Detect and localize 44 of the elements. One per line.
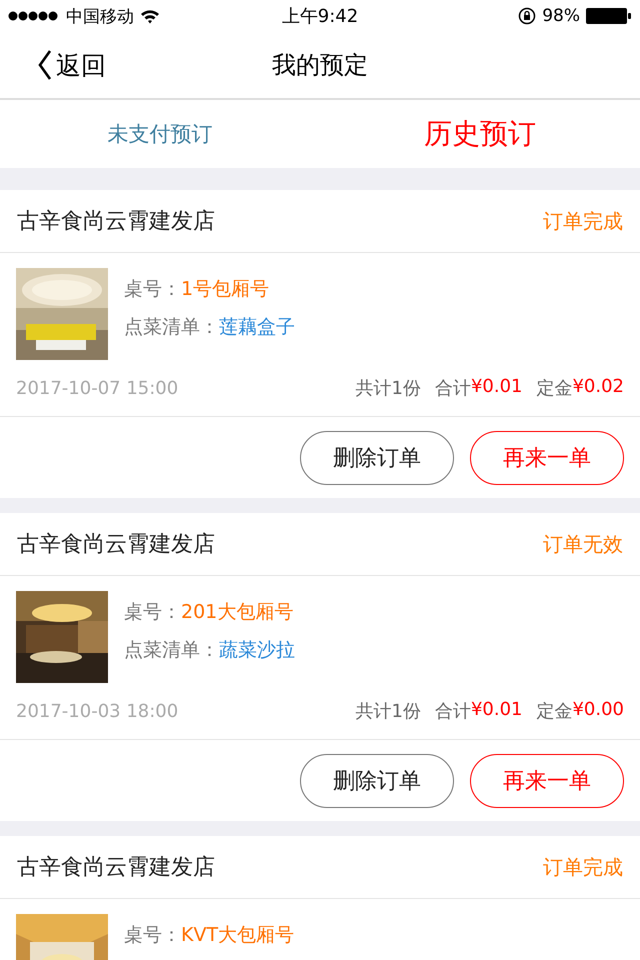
total-label: 合计 <box>434 700 471 723</box>
tab[interactable]: 未支付预订 <box>0 100 320 168</box>
deposit-amount: ¥0.02 <box>572 376 624 399</box>
back-button[interactable]: 返回 <box>38 48 106 82</box>
field-label: 桌号： <box>124 923 181 948</box>
dish-list[interactable]: 莲藕盒子 <box>219 314 295 340</box>
chevron-left-icon <box>38 50 52 80</box>
store-name: 古辛食尚云霄建发店 <box>17 208 215 236</box>
total-amount: ¥0.01 <box>470 699 522 722</box>
deposit-label: 定金 <box>536 700 572 723</box>
item-count: 共计1份 <box>355 377 421 400</box>
tab[interactable]: 历史预订 <box>320 100 640 168</box>
order-status: 订单完成 <box>543 854 623 880</box>
signal-icon <box>8 11 60 21</box>
reorder-button[interactable]: 再来一单 <box>470 430 624 484</box>
deposit-amount: ¥0.00 <box>572 699 624 722</box>
total-amount: ¥0.01 <box>470 376 522 399</box>
delete-button[interactable]: 删除订单 <box>300 430 454 484</box>
delete-button[interactable]: 删除订单 <box>300 754 454 808</box>
item-count: 共计1份 <box>355 700 421 723</box>
field-label: 点菜清单： <box>124 638 219 663</box>
deposit-label: 定金 <box>536 377 572 400</box>
table-name: 201大包厢号 <box>181 600 294 625</box>
field-label: 桌号： <box>124 277 181 302</box>
store-name: 古辛食尚云霄建发店 <box>17 854 215 882</box>
table-name: 1号包厢号 <box>181 277 270 302</box>
page-title: 我的预定 <box>271 50 369 81</box>
order-date: 2017-10-03 18:00 <box>16 700 178 722</box>
battery-icon <box>586 7 632 25</box>
total-label: 合计 <box>434 377 471 400</box>
rotation-lock-icon <box>518 7 536 25</box>
clock-time: 上午9:42 <box>282 5 358 28</box>
wifi-icon <box>140 8 160 24</box>
order-date: 2017-10-07 15:00 <box>16 378 178 398</box>
field-label: 点菜清单： <box>124 315 219 340</box>
dish-list[interactable]: 蔬菜沙拉 <box>219 637 295 663</box>
field-label: 桌号： <box>124 600 181 625</box>
order-status: 订单无效 <box>543 530 623 558</box>
battery-percent: 98% <box>542 6 580 26</box>
carrier-name: 中国移动 <box>66 6 134 28</box>
table-name: KVT大包厢号 <box>181 923 294 948</box>
order-status: 订单完成 <box>543 208 623 234</box>
store-name: 古辛食尚云霄建发店 <box>17 531 215 559</box>
reorder-button[interactable]: 再来一单 <box>470 754 624 808</box>
